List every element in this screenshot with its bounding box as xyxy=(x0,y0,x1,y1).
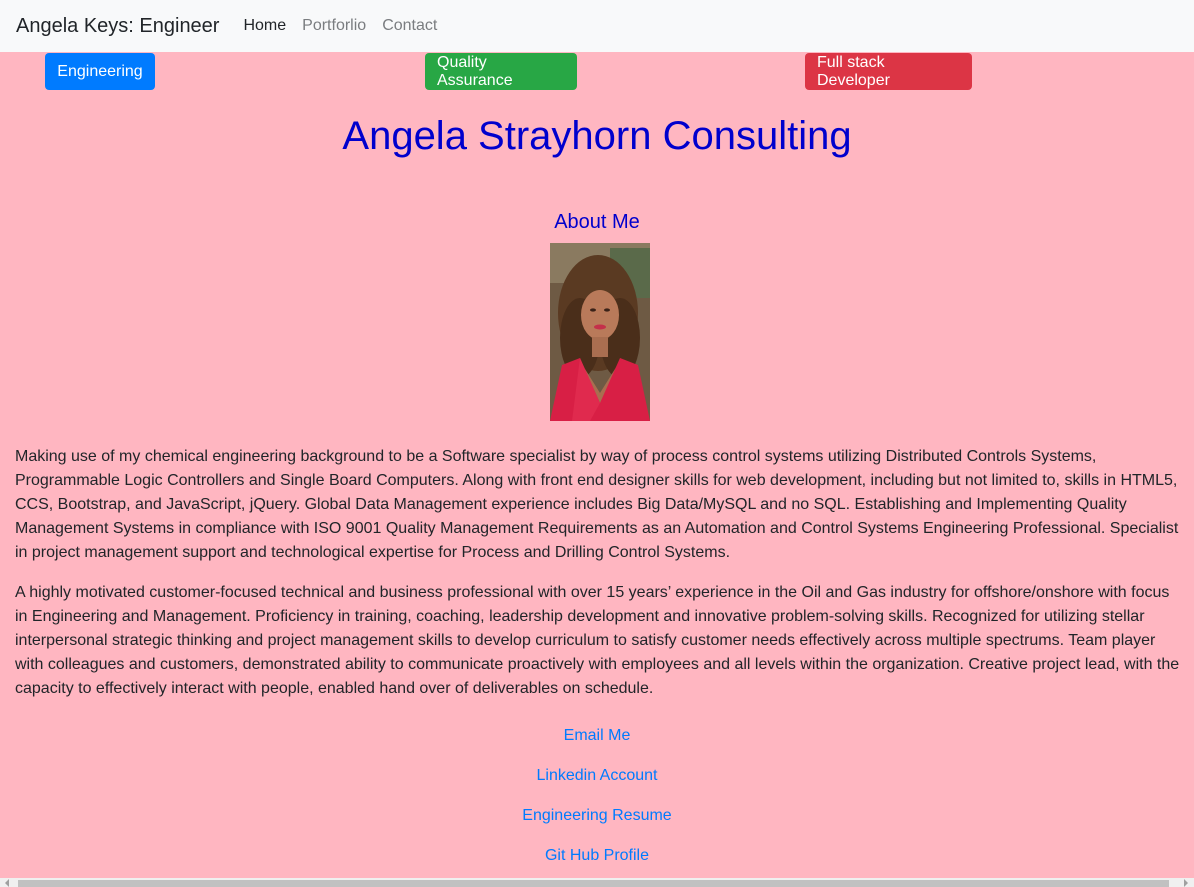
about-me-heading: About Me xyxy=(554,211,640,233)
nav-link-home[interactable]: Home xyxy=(243,17,286,35)
engineering-resume-link[interactable]: Engineering Resume xyxy=(0,807,1194,825)
profile-photo xyxy=(550,243,650,421)
navbar-brand[interactable]: Angela Keys: Engineer xyxy=(16,15,219,38)
full-stack-developer-button[interactable]: Full stack Developer xyxy=(805,53,972,90)
engineering-button[interactable]: Engineering xyxy=(45,53,155,90)
scroll-left-arrow-icon[interactable] xyxy=(5,879,9,887)
linkedin-account-link[interactable]: Linkedin Account xyxy=(0,767,1194,785)
email-me-link[interactable]: Email Me xyxy=(0,727,1194,745)
horizontal-scrollbar[interactable] xyxy=(0,878,1194,887)
quality-assurance-button[interactable]: Quality Assurance xyxy=(425,53,577,90)
scroll-right-arrow-icon[interactable] xyxy=(1184,879,1188,887)
nav-link-portfolio[interactable]: Portforlio xyxy=(302,17,366,35)
navbar: Angela Keys: Engineer Home Portforlio Co… xyxy=(0,0,1194,52)
scrollbar-thumb[interactable] xyxy=(18,880,1169,887)
github-profile-link[interactable]: Git Hub Profile xyxy=(0,847,1194,865)
about-paragraph-1: Making use of my chemical engineering ba… xyxy=(15,448,1179,561)
about-paragraph-2: A highly motivated customer-focused tech… xyxy=(15,584,1180,697)
page-title: Angela Strayhorn Consulting xyxy=(342,114,852,158)
nav-link-contact[interactable]: Contact xyxy=(382,17,437,35)
